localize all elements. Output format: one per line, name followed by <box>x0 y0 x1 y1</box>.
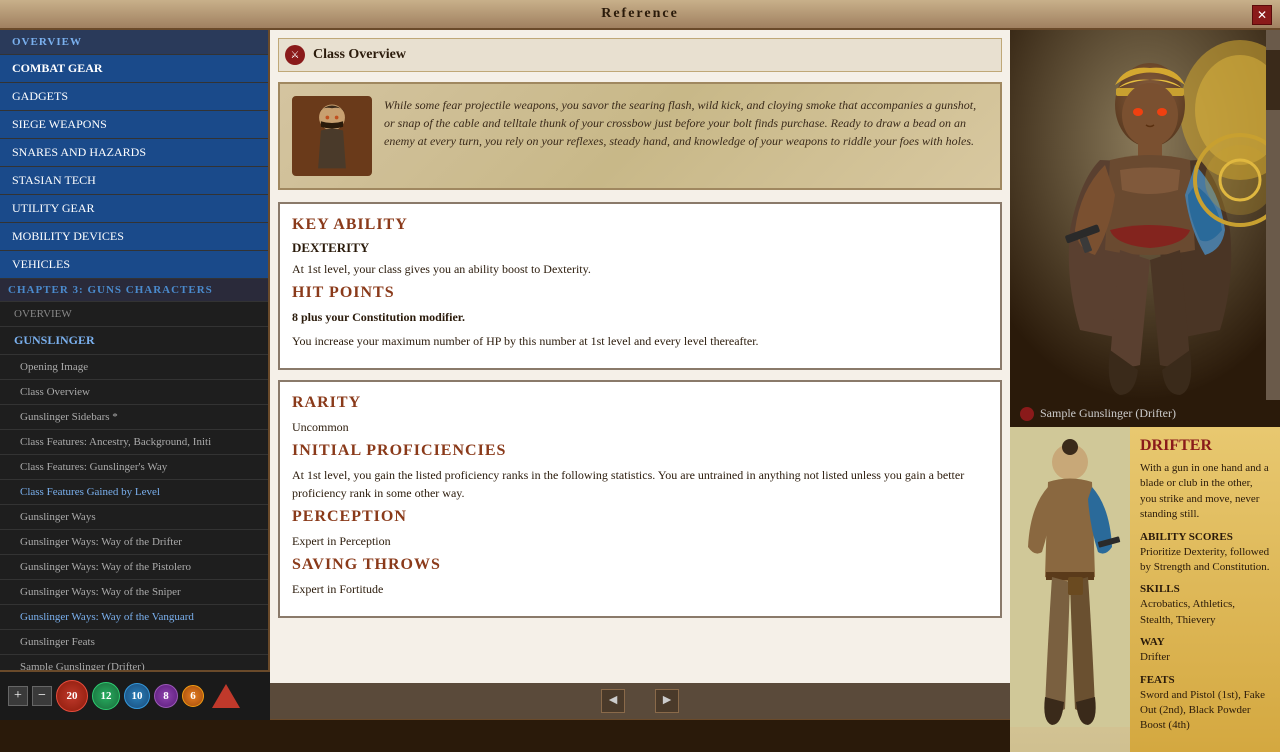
key-ability-name: DEXTERITY <box>292 240 988 256</box>
drifter-info: DRIFTER With a gun in one hand and a bla… <box>1130 427 1280 752</box>
class-icon: ⚔ <box>285 45 305 65</box>
way-label: WAY <box>1140 636 1270 648</box>
scroll-thumb[interactable] <box>1266 50 1280 110</box>
drifter-panel: DRIFTER With a gun in one hand and a bla… <box>1010 427 1280 752</box>
drifter-svg <box>1010 427 1130 727</box>
content-area: ⚔ Class Overview <box>270 30 1010 683</box>
close-button[interactable]: ✕ <box>1252 5 1272 25</box>
roll-indicator[interactable] <box>212 684 240 708</box>
d12-dice[interactable]: 12 <box>92 682 120 710</box>
right-scrollbar[interactable] <box>1266 30 1280 400</box>
saving-throws-value: Expert in Fortitude <box>292 580 988 598</box>
drifter-art <box>1010 427 1130 752</box>
sidebar-item-vehicles[interactable]: VEHICLES <box>0 251 268 279</box>
skills-text: Acrobatics, Athletics, Stealth, Thievery <box>1140 597 1270 628</box>
sidebar-item-stasian-tech[interactable]: STASIAN TECH <box>0 167 268 195</box>
sidebar-item-gunslinger-ways[interactable]: Gunslinger Ways <box>0 505 268 530</box>
sidebar-item-gunslinger[interactable]: GUNSLINGER <box>0 327 268 355</box>
key-ability-description: At 1st level, your class gives you an ab… <box>292 260 988 278</box>
sample-gunslinger-header: Sample Gunslinger (Drifter) <box>1010 400 1280 427</box>
key-ability-section: KEY ABILITY DEXTERITY At 1st level, your… <box>278 202 1002 370</box>
sidebar-item-siege-weapons[interactable]: SIEGE WEAPONS <box>0 111 268 139</box>
perception-value: Expert in Perception <box>292 532 988 550</box>
sample-header-text: Sample Gunslinger (Drifter) <box>1040 406 1176 421</box>
sidebar-item-class-features-ancestry[interactable]: Class Features: Ancestry, Background, In… <box>0 430 268 455</box>
portrait-svg <box>295 96 369 176</box>
nav-prev[interactable]: ◄ <box>601 689 625 713</box>
d6-dice[interactable]: 6 <box>182 685 204 707</box>
nav-next[interactable]: ► <box>655 689 679 713</box>
sidebar-item-way-pistolero[interactable]: Gunslinger Ways: Way of the Pistolero <box>0 555 268 580</box>
key-ability-title: KEY ABILITY <box>292 216 988 234</box>
sidebar-item-way-sniper[interactable]: Gunslinger Ways: Way of the Sniper <box>0 580 268 605</box>
d8-dice[interactable]: 8 <box>154 684 178 708</box>
hit-points-title: HIT POINTS <box>292 284 988 302</box>
minus-button[interactable]: − <box>32 686 52 706</box>
hero-section: While some fear projectile weapons, you … <box>278 82 1002 190</box>
right-top-art <box>1010 30 1280 400</box>
sidebar-item-class-features-gunslingers-way[interactable]: Class Features: Gunslinger's Way <box>0 455 268 480</box>
title-bar: Reference ✕ <box>0 0 1280 30</box>
feats-label: FEATS <box>1140 674 1270 686</box>
d10-dice[interactable]: 10 <box>124 683 150 709</box>
ability-scores-label: ABILITY SCORES <box>1140 531 1270 543</box>
sidebar-item-snares-hazards[interactable]: SNARES AND HAZARDS <box>0 139 268 167</box>
class-overview-header: ⚔ Class Overview <box>278 38 1002 72</box>
sidebar-item-class-overview[interactable]: Class Overview <box>0 380 268 405</box>
add-button[interactable]: + <box>8 686 28 706</box>
skills-label: SKILLS <box>1140 583 1270 595</box>
bottom-toolbar: + − 20 12 10 8 6 <box>0 670 270 720</box>
window-title: Reference <box>601 6 679 22</box>
sidebar-item-gunslinger-feats[interactable]: Gunslinger Feats <box>0 630 268 655</box>
sample-header-icon <box>1020 407 1034 421</box>
sidebar-item-overview2[interactable]: OVERVIEW <box>0 302 268 327</box>
sidebar-item-mobility-devices[interactable]: MOBILITY DEVICES <box>0 223 268 251</box>
character-art <box>1010 30 1280 400</box>
hero-text: While some fear projectile weapons, you … <box>384 96 988 150</box>
center-panel: ⚔ Class Overview <box>270 30 1010 720</box>
ability-scores-text: Prioritize Dexterity, followed by Streng… <box>1140 545 1270 576</box>
rarity-value: Uncommon <box>292 418 988 436</box>
initial-proficiencies-description: At 1st level, you gain the listed profic… <box>292 466 988 502</box>
sidebar-item-class-features-gained[interactable]: Class Features Gained by Level <box>0 480 268 505</box>
hit-points-description: You increase your maximum number of HP b… <box>292 332 988 350</box>
sidebar-item-way-vanguard[interactable]: Gunslinger Ways: Way of the Vanguard <box>0 605 268 630</box>
feats-text: Sword and Pistol (1st), Fake Out (2nd), … <box>1140 688 1270 734</box>
way-text: Drifter <box>1140 650 1270 665</box>
rarity-title: RARITY <box>292 394 988 412</box>
sidebar-item-combat-gear[interactable]: COMBAT GEAR <box>0 55 268 83</box>
sidebar: OVERVIEW COMBAT GEAR GADGETS SIEGE WEAPO… <box>0 30 270 720</box>
sidebar-item-utility-gear[interactable]: UTILITY GEAR <box>0 195 268 223</box>
rarity-section: RARITY Uncommon INITIAL PROFICIENCIES At… <box>278 380 1002 618</box>
hero-portrait <box>292 96 372 176</box>
hit-points-bold: 8 plus your Constitution modifier. <box>292 308 988 326</box>
right-panel: Sample Gunslinger (Drifter) <box>1010 30 1280 720</box>
drifter-description: With a gun in one hand and a blade or cl… <box>1140 461 1270 523</box>
sidebar-item-gunslinger-sidebars[interactable]: Gunslinger Sidebars * <box>0 405 268 430</box>
character-art-svg <box>1010 30 1280 400</box>
drifter-title: DRIFTER <box>1140 437 1270 455</box>
sidebar-item-gadgets[interactable]: GADGETS <box>0 83 268 111</box>
perception-title: PERCEPTION <box>292 508 988 526</box>
initial-proficiencies-title: INITIAL PROFICIENCIES <box>292 442 988 460</box>
sidebar-item-way-drifter[interactable]: Gunslinger Ways: Way of the Drifter <box>0 530 268 555</box>
main-container: OVERVIEW COMBAT GEAR GADGETS SIEGE WEAPO… <box>0 30 1280 720</box>
sidebar-item-overview[interactable]: OVERVIEW <box>0 30 268 55</box>
sidebar-section-chapter3: CHAPTER 3: GUNS CHARACTERS <box>0 279 268 302</box>
d20-dice[interactable]: 20 <box>56 680 88 712</box>
sidebar-item-opening-image[interactable]: Opening Image <box>0 355 268 380</box>
class-overview-title: Class Overview <box>313 47 406 63</box>
saving-throws-title: SAVING THROWS <box>292 556 988 574</box>
nav-arrows: ◄ ► <box>270 683 1010 720</box>
